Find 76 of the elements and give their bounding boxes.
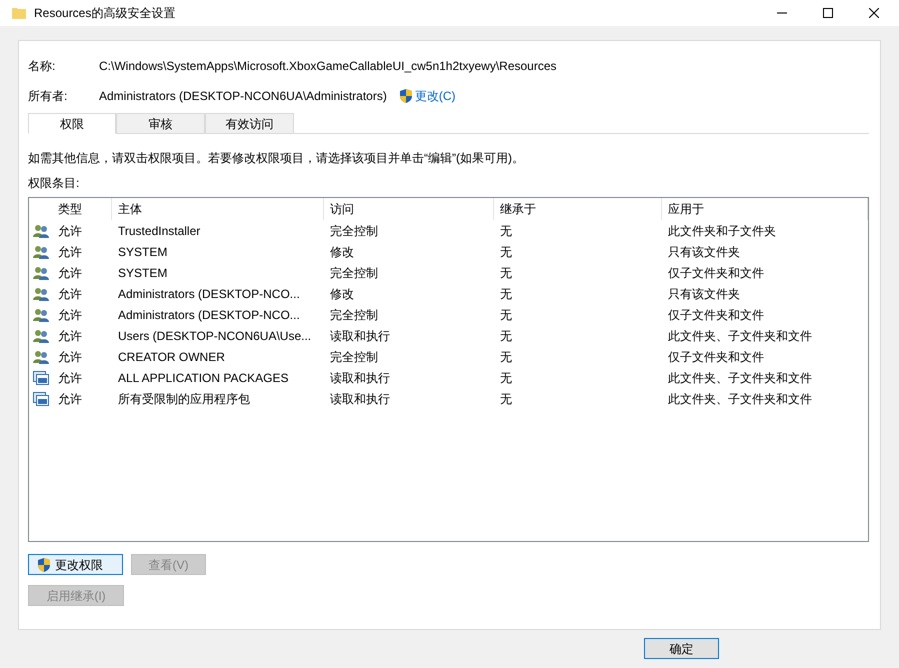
- table-cell-text: 修改: [329, 286, 355, 302]
- table-cell-text: 允许: [57, 390, 83, 408]
- table-cell-text: 允许: [57, 328, 83, 344]
- table-cell-text: 完全控制: [329, 222, 379, 240]
- column-header[interactable]: 继承于: [494, 198, 662, 220]
- table-cell-text: 读取和执行: [329, 390, 391, 408]
- table-cell-text: 无: [499, 328, 513, 344]
- table-cell-text: 修改: [329, 244, 355, 260]
- table-cell-text: 无: [499, 264, 513, 282]
- window-title: Resources的高级安全设置: [34, 5, 176, 22]
- table-cell-text: 无: [499, 222, 513, 240]
- users-icon: [32, 224, 48, 238]
- table-cell-text: 无: [499, 286, 513, 302]
- column-header[interactable]: 类型: [52, 198, 112, 220]
- table-cell-text: Administrators (DESKTOP-NCO...: [117, 286, 301, 302]
- table-cell-text: 此文件夹、子文件夹和文件: [667, 328, 813, 344]
- table-cell-text: 完全控制: [329, 264, 379, 282]
- table-cell-text: 只有该文件夹: [667, 244, 741, 260]
- table-cell-text: 完全控制: [329, 348, 379, 366]
- users-icon: [32, 286, 48, 300]
- table-cell-text: 无: [499, 370, 513, 386]
- close-icon[interactable]: [869, 8, 879, 18]
- column-header[interactable]: 应用于: [662, 198, 868, 220]
- maximize-icon[interactable]: [823, 8, 833, 18]
- table-cell-text: 读取和执行: [329, 370, 391, 386]
- table-cell-text: SYSTEM: [117, 244, 168, 260]
- tab[interactable]: 审核: [116, 113, 205, 134]
- table-cell-text: ALL APPLICATION PACKAGES: [117, 370, 290, 386]
- table-cell-text: 允许: [57, 286, 83, 302]
- table-cell-text: CREATOR OWNER: [117, 348, 226, 366]
- change-owner-link[interactable]: 更改(C): [414, 87, 456, 105]
- action-button[interactable]: 更改权限: [28, 554, 123, 575]
- name-label: 名称:: [28, 58, 56, 75]
- ok-button[interactable]: 确定: [644, 638, 719, 659]
- name-value: C:\Windows\SystemApps\Microsoft.XboxGameCallableUI_cw5n1h2txyewy\Resources: [99, 58, 557, 75]
- app-package-icon: [32, 392, 48, 406]
- table-cell-text: 允许: [57, 264, 83, 282]
- users-icon: [32, 328, 48, 342]
- owner-value: Administrators (DESKTOP-NCON6UA\Administrators): [99, 88, 387, 105]
- table-cell-text: 此文件夹和子文件夹: [667, 222, 777, 240]
- table-cell-text: 允许: [57, 244, 83, 260]
- table-cell-text: 允许: [57, 222, 83, 240]
- table-cell-text: TrustedInstaller: [117, 222, 202, 240]
- table-cell-text: 无: [499, 348, 513, 366]
- table-cell-text: 允许: [57, 306, 83, 324]
- owner-label: 所有者:: [28, 88, 68, 105]
- table-cell-text: 此文件夹、子文件夹和文件: [667, 370, 813, 386]
- app-package-icon: [32, 370, 48, 384]
- table-cell-text: 允许: [57, 370, 83, 386]
- table-cell-text: SYSTEM: [117, 264, 168, 282]
- table-cell-text: 此文件夹、子文件夹和文件: [667, 390, 813, 408]
- table-cell-text: 允许: [57, 348, 83, 366]
- info-text: 如需其他信息，请双击权限项目。若要修改权限项目，请选择该项目并单击“编辑”(如果可用)。: [28, 150, 525, 167]
- column-header[interactable]: 访问: [324, 198, 494, 220]
- table-cell-text: 读取和执行: [329, 328, 391, 344]
- table-cell-text: 仅子文件夹和文件: [667, 264, 765, 282]
- table-cell-text: 无: [499, 306, 513, 324]
- users-icon: [32, 308, 48, 322]
- users-icon: [32, 244, 48, 258]
- entries-label: 权限条目:: [28, 175, 80, 192]
- table-cell-text: 仅子文件夹和文件: [667, 306, 765, 324]
- users-icon: [32, 350, 48, 364]
- table-cell-text: Administrators (DESKTOP-NCO...: [117, 306, 301, 324]
- users-icon: [32, 266, 48, 280]
- column-header[interactable]: 主体: [112, 198, 324, 220]
- shield-icon: [398, 88, 413, 104]
- table-cell-text: 只有该文件夹: [667, 286, 741, 302]
- table-cell-text: 无: [499, 390, 513, 408]
- table-cell-text: 无: [499, 244, 513, 260]
- tab[interactable]: 有效访问: [205, 113, 294, 134]
- tab[interactable]: 权限: [28, 113, 116, 134]
- table-cell-text: 完全控制: [329, 306, 379, 324]
- folder-icon: [12, 6, 26, 20]
- table-cell-text: 仅子文件夹和文件: [667, 348, 765, 366]
- table-cell-text: Users (DESKTOP-NCON6UA\Use...: [117, 328, 312, 344]
- table-cell-text: 所有受限制的应用程序包: [117, 390, 251, 408]
